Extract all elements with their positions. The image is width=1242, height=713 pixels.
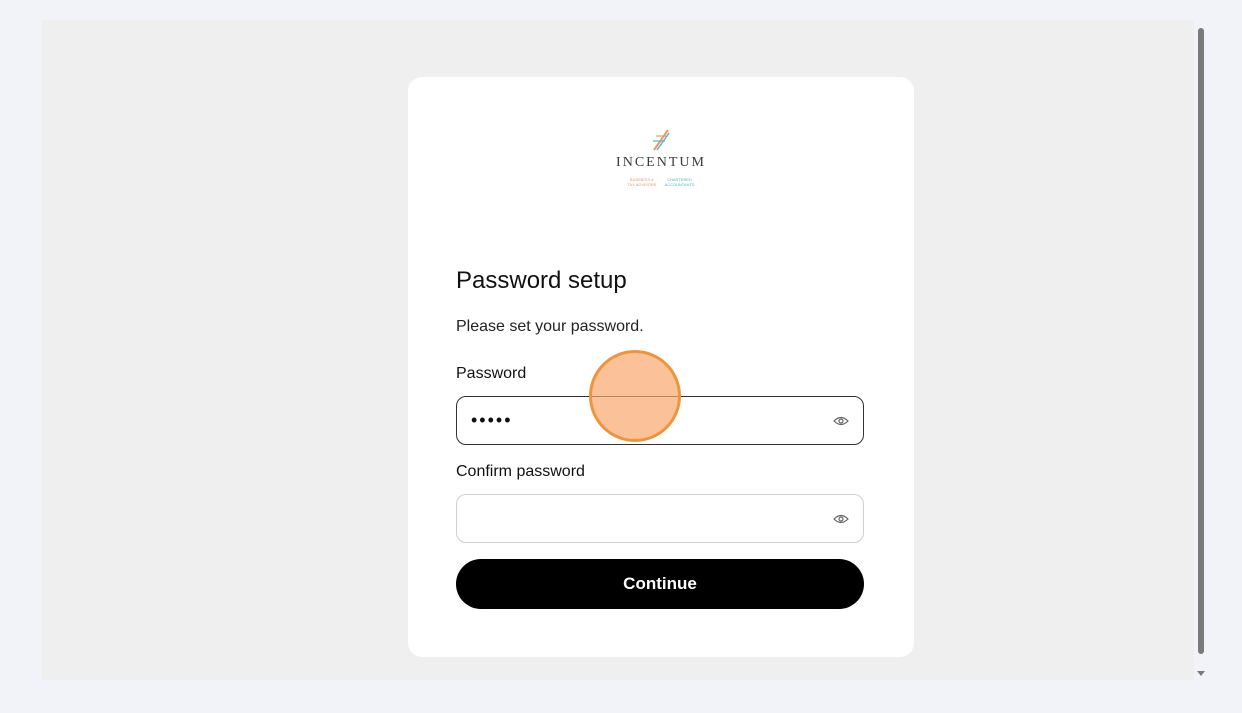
- vertical-scrollbar[interactable]: [1194, 20, 1208, 680]
- scrollbar-thumb[interactable]: [1198, 28, 1204, 654]
- page-subtitle: Please set your password.: [456, 318, 644, 335]
- continue-button[interactable]: Continue: [456, 559, 864, 609]
- incentum-logo: INCENTUM BUSINESS & TAX ADVISORS CHARTER…: [408, 127, 914, 187]
- logo-tagline: BUSINESS & TAX ADVISORS CHARTERED ACCOUN…: [627, 177, 695, 187]
- confirm-password-label: Confirm password: [456, 463, 585, 480]
- eye-icon[interactable]: [833, 416, 849, 426]
- eye-icon[interactable]: [833, 514, 849, 524]
- confirm-password-field[interactable]: [456, 494, 864, 543]
- click-indicator: [589, 350, 681, 442]
- page-title: Password setup: [456, 267, 627, 294]
- logo-mark-icon: [653, 129, 670, 151]
- password-label: Password: [456, 365, 527, 382]
- scroll-down-arrow-icon[interactable]: [1197, 671, 1205, 676]
- page-viewport: INCENTUM BUSINESS & TAX ADVISORS CHARTER…: [42, 20, 1194, 680]
- logo-wordmark: INCENTUM: [616, 155, 706, 170]
